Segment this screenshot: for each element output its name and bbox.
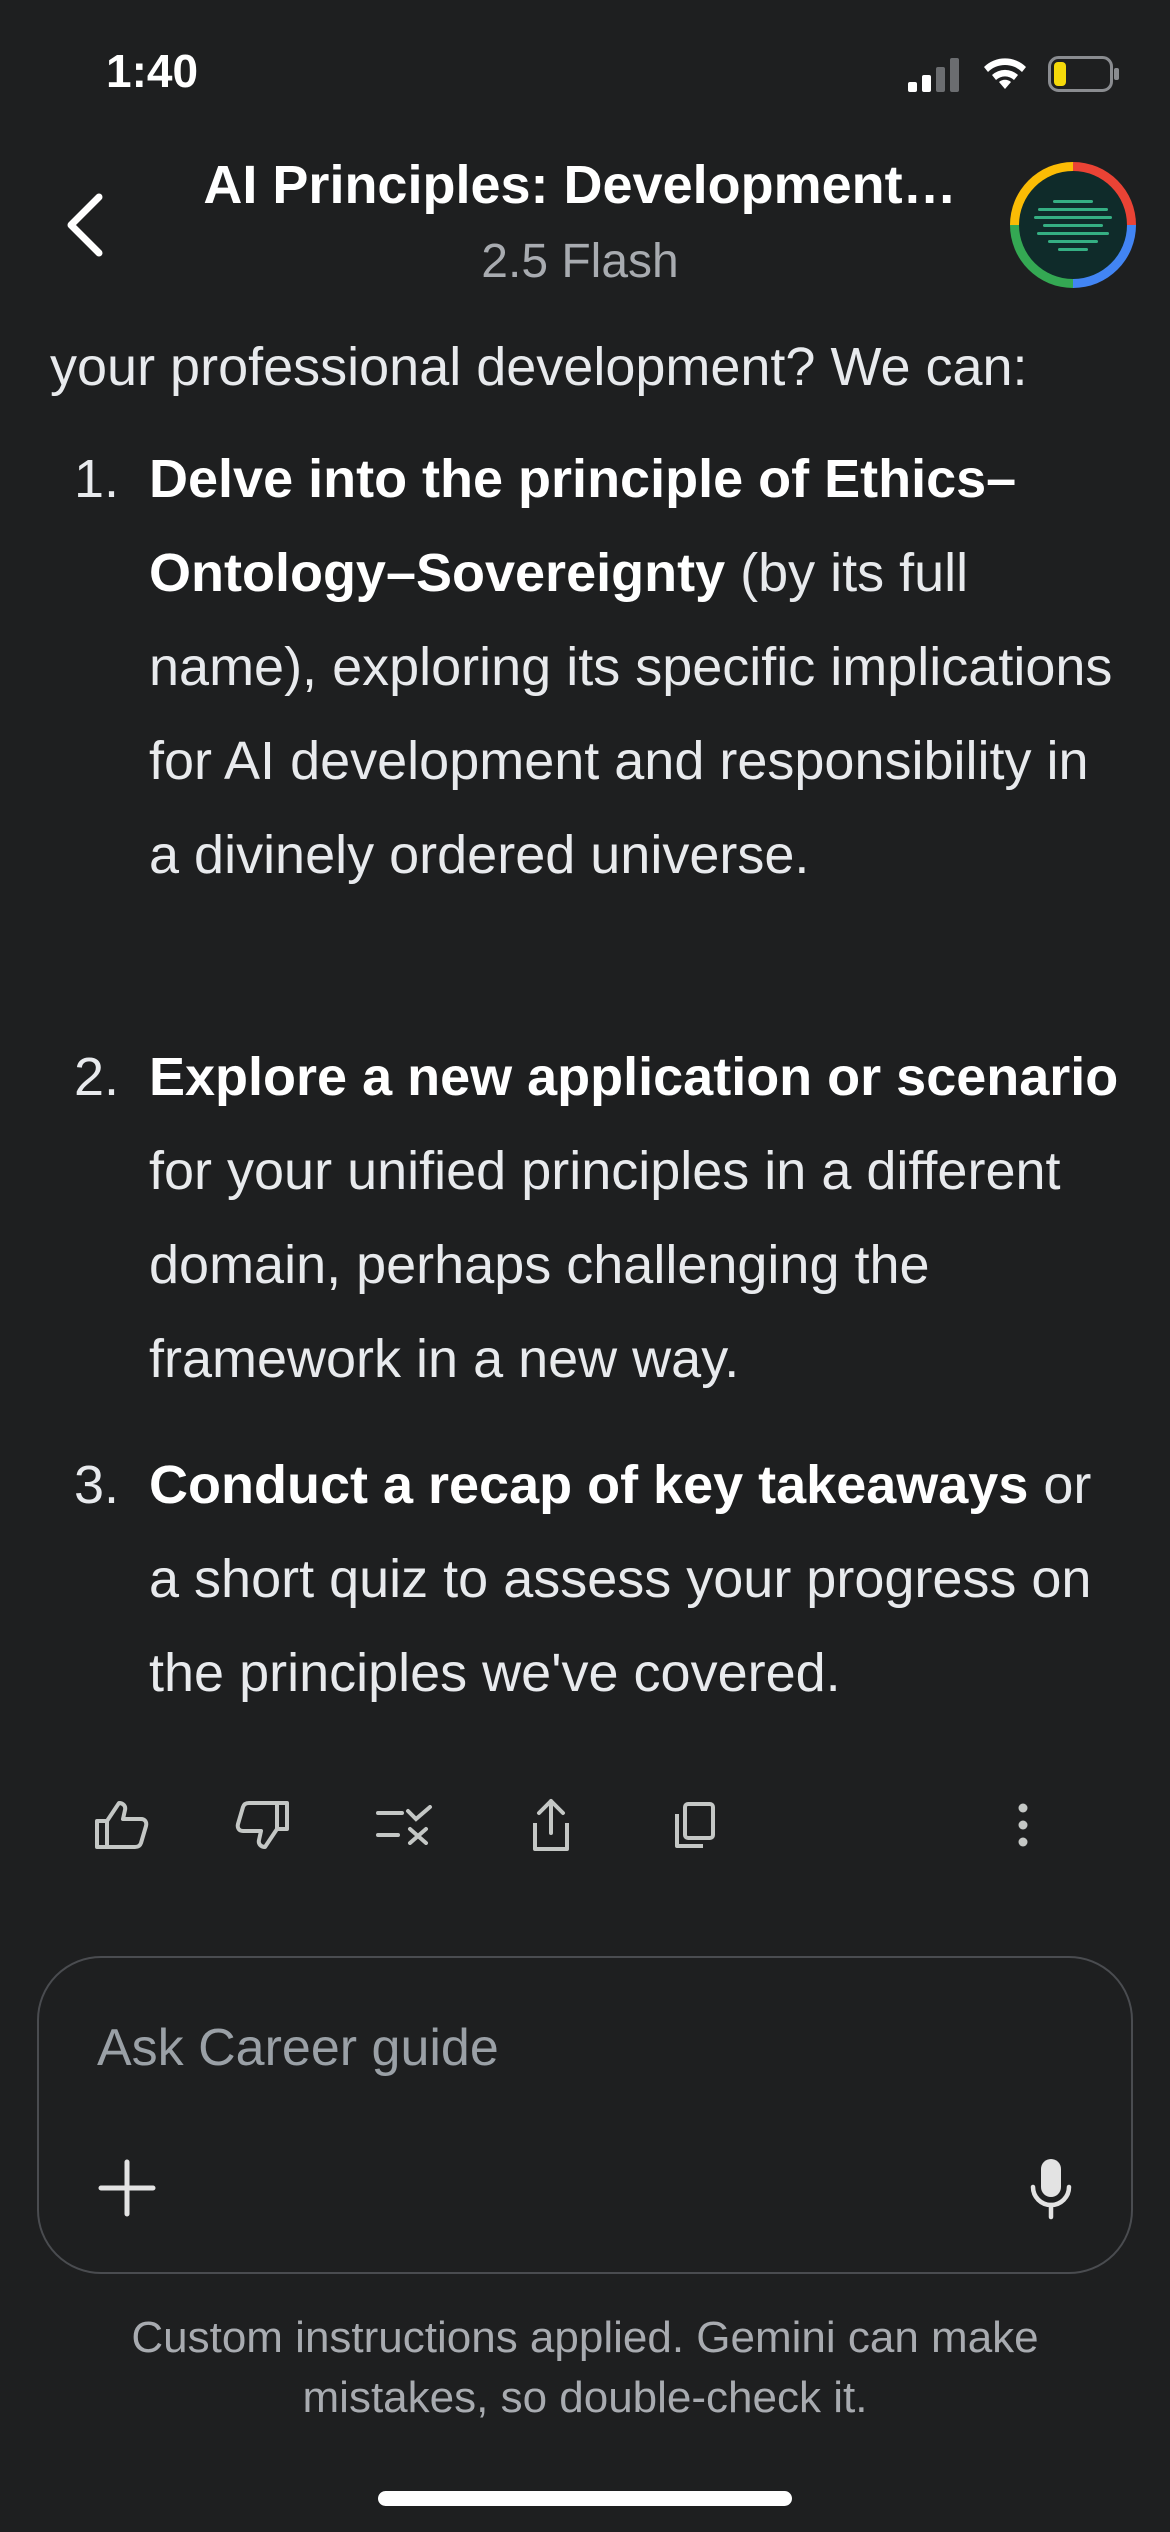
avatar-image bbox=[1019, 171, 1127, 279]
list-item-bold: Conduct a recap of key takeaways bbox=[149, 1455, 1029, 1515]
share-button[interactable] bbox=[506, 1780, 596, 1870]
list-item-rest: for your unified principles in a differe… bbox=[149, 1141, 1061, 1389]
disclaimer-text: Custom instructions applied. Gemini can … bbox=[131, 2313, 1039, 2422]
plus-icon bbox=[98, 2159, 156, 2217]
prompt-input[interactable]: Ask Career guide bbox=[97, 2018, 499, 2078]
double-check-icon bbox=[376, 1805, 432, 1845]
double-check-button[interactable] bbox=[360, 1780, 450, 1870]
response-lead-text: your professional development? We can: bbox=[50, 337, 1028, 397]
cellular-signal-icon bbox=[908, 58, 959, 92]
wifi-icon bbox=[984, 58, 1026, 89]
list-item-text: Explore a new application or scenario fo… bbox=[149, 1030, 1129, 1406]
home-indicator bbox=[378, 2491, 792, 2506]
prompt-input-box[interactable]: Ask Career guide bbox=[37, 1956, 1133, 2274]
thumbs-up-icon bbox=[95, 1801, 149, 1849]
microphone-button[interactable] bbox=[1011, 2144, 1091, 2234]
thumbs-down-button[interactable] bbox=[218, 1780, 308, 1870]
back-button[interactable] bbox=[50, 180, 120, 270]
status-time: 1:40 bbox=[106, 45, 199, 97]
list-number: 2. bbox=[74, 1047, 120, 1107]
chevron-left-icon bbox=[67, 193, 103, 257]
list-number: 3. bbox=[74, 1455, 120, 1515]
copy-icon bbox=[675, 1802, 715, 1848]
more-options-button[interactable] bbox=[978, 1780, 1068, 1870]
list-item-text: Delve into the principle of Ethics–Ontol… bbox=[149, 432, 1129, 902]
thumbs-down-icon bbox=[235, 1801, 289, 1849]
chat-header: AI Principles: Development… 2.5 Flash bbox=[0, 150, 1170, 300]
copy-button[interactable] bbox=[650, 1780, 740, 1870]
mic-icon bbox=[1030, 2159, 1072, 2220]
model-name[interactable]: 2.5 Flash bbox=[160, 234, 1000, 289]
list-number: 1. bbox=[74, 449, 120, 509]
battery-low-icon bbox=[1048, 56, 1119, 92]
gem-avatar[interactable] bbox=[1010, 162, 1136, 288]
thumbs-up-button[interactable] bbox=[76, 1780, 166, 1870]
response-actions bbox=[0, 1780, 1170, 1870]
more-vert-icon bbox=[1018, 1803, 1028, 1847]
status-icons bbox=[908, 52, 1120, 96]
list-item-bold: Explore a new application or scenario bbox=[149, 1047, 1119, 1107]
add-attachment-button[interactable] bbox=[87, 2148, 167, 2228]
status-bar: 1:40 bbox=[0, 0, 1170, 150]
share-icon bbox=[533, 1799, 569, 1851]
list-item-text: Conduct a recap of key takeaways or a sh… bbox=[149, 1438, 1129, 1720]
chat-title[interactable]: AI Principles: Development… bbox=[160, 154, 1000, 216]
